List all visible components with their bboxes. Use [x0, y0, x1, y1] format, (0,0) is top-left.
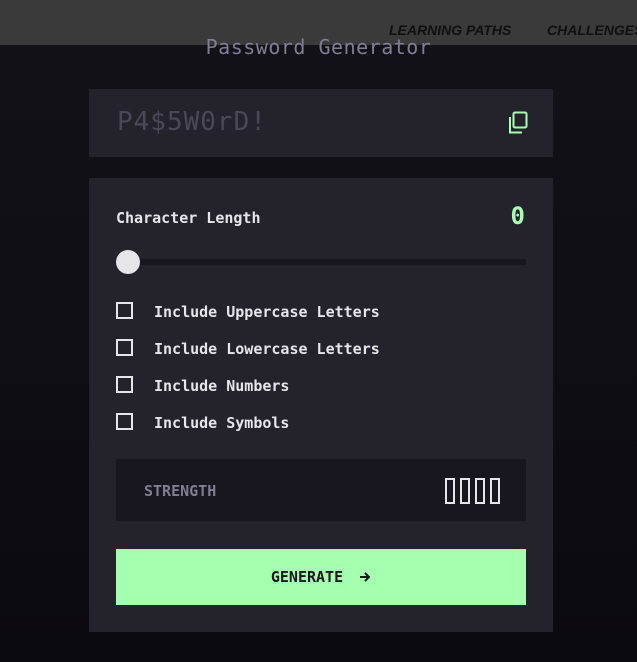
- password-placeholder: P4$5W0rD!: [117, 107, 267, 137]
- uppercase-checkbox[interactable]: [116, 302, 133, 319]
- symbols-checkbox[interactable]: [116, 413, 133, 430]
- strength-meter: STRENGTH: [116, 459, 526, 521]
- option-label: Include Uppercase Letters: [154, 303, 380, 321]
- generate-label: GENERATE: [270, 568, 344, 586]
- settings-panel: Character Length 0 Include Uppercase Let…: [89, 178, 553, 632]
- strength-label: STRENGTH: [144, 482, 217, 500]
- numbers-checkbox[interactable]: [116, 376, 133, 393]
- generate-button[interactable]: GENERATE: [116, 549, 526, 605]
- option-label: Include Numbers: [154, 377, 290, 395]
- strength-bar: [460, 478, 470, 504]
- password-output: P4$5W0rD!: [89, 89, 553, 157]
- length-slider-thumb[interactable]: [116, 250, 140, 274]
- strength-bar: [490, 478, 500, 504]
- arrow-right-icon: [360, 572, 371, 582]
- strength-bar: [445, 478, 455, 504]
- copy-button[interactable]: [507, 111, 529, 135]
- app-title: Password Generator: [205, 36, 432, 58]
- lowercase-checkbox[interactable]: [116, 339, 133, 356]
- character-length-value: 0: [510, 202, 525, 230]
- length-slider[interactable]: [116, 250, 526, 274]
- strength-bars: [445, 478, 500, 504]
- strength-bar: [475, 478, 485, 504]
- copy-icon: [509, 111, 528, 134]
- option-label: Include Lowercase Letters: [154, 340, 380, 358]
- character-length-label: Character Length: [116, 209, 261, 227]
- option-label: Include Symbols: [154, 414, 290, 432]
